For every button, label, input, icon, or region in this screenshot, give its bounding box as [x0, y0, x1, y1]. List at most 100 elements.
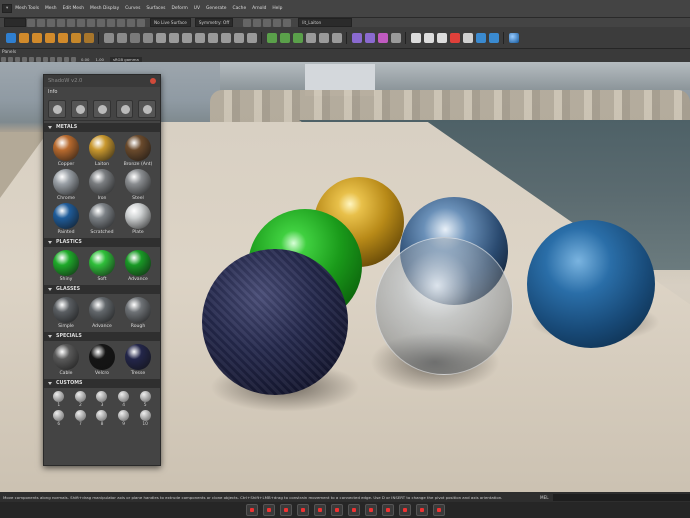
glass-sphere[interactable]	[375, 237, 513, 375]
material-ball-icon[interactable]	[125, 203, 151, 229]
shelf-tool-icon[interactable]	[488, 33, 499, 43]
material-ball-icon[interactable]	[89, 250, 115, 276]
shelf-torus-icon[interactable]	[57, 33, 68, 43]
shelf-camera-icon[interactable]	[410, 33, 421, 43]
smooth-shade-icon[interactable]	[36, 56, 41, 62]
info-label[interactable]: Info	[48, 89, 57, 95]
material-swatch-specials[interactable]: Tresse	[120, 344, 156, 377]
shelf-bridge-icon[interactable]	[181, 33, 192, 43]
mel-label[interactable]: MEL	[540, 495, 549, 500]
section-customs[interactable]: CUSTOMS	[44, 379, 160, 388]
custom-ball-icon[interactable]	[74, 391, 86, 402]
menu-uv[interactable]: UV	[191, 6, 203, 11]
menu-mesh-display[interactable]: Mesh Display	[87, 6, 122, 11]
material-swatch-plastics[interactable]: Advance	[120, 250, 156, 283]
material-ball-icon[interactable]	[53, 297, 79, 323]
shelf-freeze-icon[interactable]	[318, 33, 329, 43]
redo-icon[interactable]	[67, 18, 75, 27]
snap-point-icon[interactable]	[127, 18, 135, 27]
spotlight-tool-icon[interactable]	[93, 99, 111, 118]
menu-help[interactable]: Help	[269, 6, 285, 11]
symmetry-field[interactable]: Symmetry: Off	[194, 18, 234, 27]
material-swatch-metals[interactable]: Bronze (Ant)	[120, 135, 156, 168]
shelf-sphere-icon[interactable]	[5, 33, 16, 43]
shelf-append-icon[interactable]	[220, 33, 231, 43]
shadows-icon[interactable]	[57, 56, 62, 62]
shelf-cone-icon[interactable]	[44, 33, 55, 43]
shelf-arnold-render-icon[interactable]	[449, 33, 460, 43]
panel-titlebar[interactable]: ShadoW v2.0	[44, 75, 160, 87]
custom-ball-icon[interactable]	[74, 410, 86, 421]
taskbar-app-6-icon[interactable]	[330, 504, 343, 516]
section-specials[interactable]: SPECIALS	[44, 332, 160, 341]
blue-painted-sphere[interactable]	[527, 220, 655, 348]
shelf-bevel-icon[interactable]	[194, 33, 205, 43]
grid-icon[interactable]	[22, 56, 27, 62]
material-ball-icon[interactable]	[125, 135, 151, 161]
shelf-blendshape-icon[interactable]	[377, 33, 388, 43]
material-swatch-glasses[interactable]: Simple	[48, 297, 84, 330]
shelf-wire-icon[interactable]	[390, 33, 401, 43]
render-icon[interactable]	[243, 18, 252, 27]
shelf-boolean-icon[interactable]	[142, 33, 153, 43]
material-swatch-specials[interactable]: Cable	[48, 344, 84, 377]
live-surface-field[interactable]: No Live Surface	[150, 18, 191, 27]
undo-icon[interactable]	[57, 18, 65, 27]
menu-arnold[interactable]: Arnold	[249, 6, 269, 11]
shelf-shadow-plugin-icon[interactable]	[508, 33, 519, 43]
colorspace-dropdown[interactable]: sRGB gamma	[109, 56, 142, 62]
wireframe-icon[interactable]	[29, 56, 34, 62]
shelf-cylinder-icon[interactable]	[31, 33, 42, 43]
shelf-combine-icon[interactable]	[103, 33, 114, 43]
taskbar-app-8-icon[interactable]	[364, 504, 377, 516]
taskbar-app-11-icon[interactable]	[415, 504, 428, 516]
taskbar-app-9-icon[interactable]	[381, 504, 394, 516]
snap-plane-icon[interactable]	[137, 18, 145, 27]
material-ball-icon[interactable]	[125, 250, 151, 276]
select-component-icon[interactable]	[97, 18, 105, 27]
custom-slot[interactable]: 10	[134, 410, 156, 428]
material-swatch-metals[interactable]: Steel	[120, 169, 156, 202]
menu-mesh-tools[interactable]: Mesh Tools	[12, 6, 42, 11]
section-glasses[interactable]: GLASSES	[44, 285, 160, 294]
menu-mesh[interactable]: Mesh	[42, 6, 60, 11]
shelf-center-pivot-icon[interactable]	[331, 33, 342, 43]
shelf-disc-icon[interactable]	[83, 33, 94, 43]
custom-ball-icon[interactable]	[139, 410, 151, 421]
material-ball-icon[interactable]	[125, 297, 151, 323]
camera-tool-icon[interactable]	[48, 99, 66, 118]
shelf-cluster-icon[interactable]	[364, 33, 375, 43]
material-ball-icon[interactable]	[53, 344, 79, 370]
shelf-script-icon[interactable]	[475, 33, 486, 43]
new-scene-icon[interactable]	[27, 18, 35, 27]
custom-ball-icon[interactable]	[96, 391, 108, 402]
material-swatch-glasses[interactable]: Rough	[120, 297, 156, 330]
shelf-extrude-icon[interactable]	[168, 33, 179, 43]
shelf-rotate-icon[interactable]	[462, 33, 473, 43]
custom-slot[interactable]: 5	[134, 391, 156, 409]
shelf-separate-icon[interactable]	[116, 33, 127, 43]
menu-surfaces[interactable]: Surfaces	[143, 6, 168, 11]
shelf-uv-planar-icon[interactable]	[279, 33, 290, 43]
taskbar-app-12-icon[interactable]	[432, 504, 445, 516]
custom-ball-icon[interactable]	[139, 391, 151, 402]
menu-generate[interactable]: Generate	[203, 6, 230, 11]
material-ball-icon[interactable]	[89, 297, 115, 323]
material-ball-icon[interactable]	[53, 203, 79, 229]
taskbar-app-1-icon[interactable]	[245, 504, 258, 516]
light-tool-icon[interactable]	[70, 99, 89, 118]
material-ball-icon[interactable]	[125, 344, 151, 370]
material-ball-icon[interactable]	[53, 135, 79, 161]
shelf-plane-icon[interactable]	[70, 33, 81, 43]
custom-slot[interactable]: 3	[91, 391, 113, 409]
snap-curve-icon[interactable]	[117, 18, 125, 27]
bookmark-icon[interactable]	[15, 56, 20, 62]
taskbar-app-2-icon[interactable]	[262, 504, 275, 516]
taskbar-app-5-icon[interactable]	[313, 504, 326, 516]
material-swatch-plastics[interactable]: Soft	[84, 250, 120, 283]
exposure-field[interactable]: 0.00	[81, 57, 89, 62]
render-settings-icon[interactable]	[263, 18, 272, 27]
section-metals[interactable]: METALS	[44, 123, 160, 132]
render-view-icon[interactable]	[283, 18, 292, 27]
custom-ball-icon[interactable]	[53, 391, 65, 402]
